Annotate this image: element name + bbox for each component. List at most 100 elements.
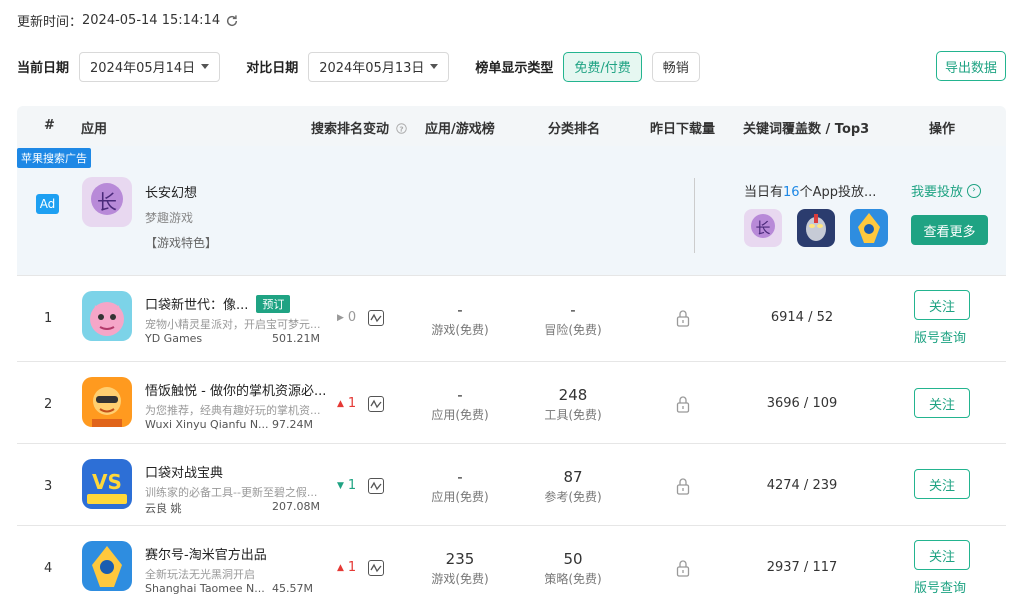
chart-rank-value: - (457, 301, 463, 319)
app-title[interactable]: 口袋新世代：像... 预订 (145, 294, 291, 313)
category-rank-cell: 50 策略(免费) (533, 550, 613, 587)
keyword-coverage: 2937 / 117 (766, 560, 838, 575)
ad-app-count: 当日有16个App投放... (744, 181, 876, 200)
table-row[interactable]: 3 VS 口袋对战宝典 训练家的必备工具--更新至碧之假... 云良 姚 207… (17, 444, 1006, 526)
trend-chart-icon[interactable] (368, 560, 384, 576)
chevron-right-icon: › (967, 183, 982, 198)
app-icon-seer[interactable] (82, 541, 132, 591)
ranking-table: # 应用 搜索排名变动 ? 应用/游戏榜 分类排名 昨日下载量 关键词覆盖数 /… (17, 106, 1006, 607)
ad-app-title[interactable]: 长安幻想 (145, 182, 197, 201)
chart-rank-value: 235 (445, 550, 475, 568)
seer-icon[interactable] (850, 209, 888, 247)
svg-text:长: 长 (97, 190, 117, 214)
category-rank-value: 248 (558, 386, 588, 404)
ad-count-suffix: 个App投放... (799, 185, 877, 200)
ad-count-prefix: 当日有 (744, 185, 784, 200)
follow-button[interactable]: 关注 (914, 540, 970, 570)
app-title[interactable]: 口袋对战宝典 (145, 462, 223, 481)
trend-value: 1 (347, 478, 357, 493)
invest-link[interactable]: 我要投放 › (911, 181, 982, 200)
category-rank-value: 87 (563, 468, 583, 486)
chart-rank-value: - (457, 468, 463, 486)
compare-date-label: 对比日期 (246, 61, 299, 76)
search-rank-trend: ▶ 0 (337, 310, 356, 325)
rank-number: 3 (44, 479, 53, 494)
category-rank-cell: 87 参考(免费) (533, 468, 613, 505)
keyword-coverage: 3696 / 109 (766, 396, 838, 411)
preorder-badge: 预订 (256, 295, 291, 313)
app-downloads: 97.24M (272, 418, 313, 431)
search-rank-trend: ▼ 1 (337, 478, 356, 493)
follow-button[interactable]: 关注 (914, 290, 970, 320)
app-description: 宠物小精灵星派对，开启宝可梦元... (145, 318, 321, 331)
app-icon-changan[interactable]: 长 (82, 177, 132, 227)
app-description: 全新玩法无光黑洞开启 (145, 568, 255, 581)
app-downloads: 45.57M (272, 582, 313, 595)
follow-button[interactable]: 关注 (914, 388, 970, 418)
app-icon-wufan[interactable] (82, 377, 132, 427)
view-more-button[interactable]: 查看更多 (911, 215, 988, 245)
trend-chart-icon[interactable] (368, 478, 384, 494)
app-downloads: 207.08M (272, 500, 320, 513)
changan-icon[interactable]: 长 (744, 209, 782, 247)
category-rank-label: 工具(免费) (544, 408, 602, 422)
app-developer: Wuxi Xinyu Qianfu N... (145, 418, 269, 431)
app-title[interactable]: 赛尔号-淘米官方出品 (145, 544, 267, 563)
ad-badge: Ad (36, 194, 59, 214)
list-type-grossing-button[interactable]: 畅销 (651, 51, 700, 82)
export-data-button[interactable]: 导出数据 (935, 51, 1006, 81)
app-icon-pocket-battle[interactable]: VS (82, 459, 132, 509)
chart-rank-label: 应用(免费) (431, 490, 489, 504)
invest-link-label: 我要投放 (911, 185, 964, 200)
search-ad-tag: 苹果搜索广告 (17, 148, 91, 168)
app-game-chart-cell: - 应用(免费) (420, 386, 500, 423)
filter-bar: 当前日期 2024年05月14日 对比日期 2024年05月13日 榜单显示类型… (17, 51, 1006, 82)
app-game-chart-cell: 235 游戏(免费) (420, 550, 500, 587)
category-rank-value: - (570, 301, 576, 319)
chart-rank-label: 应用(免费) (431, 408, 489, 422)
chart-rank-label: 游戏(免费) (431, 323, 489, 337)
app-title-text: 口袋新世代：像... (145, 298, 249, 313)
lock-icon (676, 396, 690, 413)
app-developer: YD Games (145, 332, 203, 345)
trend-chart-icon[interactable] (368, 310, 384, 326)
update-time-label: 更新时间： (17, 15, 83, 30)
caret-up-icon: ▲ (337, 562, 344, 573)
lock-icon (676, 310, 690, 327)
current-date-value: 2024年05月14日 (90, 61, 196, 76)
refresh-icon[interactable] (225, 14, 239, 28)
compare-date-value: 2024年05月13日 (319, 61, 425, 76)
current-date-label: 当前日期 (17, 61, 70, 76)
trend-chart-icon[interactable] (368, 396, 384, 412)
table-row[interactable]: 1 口袋新世代：像... 预订 宠物小精灵星派对，开启宝可梦元... YD Gam… (17, 276, 1006, 362)
lock-icon (676, 478, 690, 495)
table-row[interactable]: 4 赛尔号-淘米官方出品 全新玩法无光黑洞开启 Shanghai Taomee … (17, 526, 1006, 607)
version-query-link[interactable]: 版号查询 (914, 327, 966, 346)
version-query-link[interactable]: 版号查询 (914, 577, 966, 596)
app-description: 训练家的必备工具--更新至碧之假... (145, 486, 318, 499)
chevron-down-icon (201, 64, 210, 69)
follow-button[interactable]: 关注 (914, 469, 970, 499)
compare-date-select[interactable]: 2024年05月13日 (308, 51, 450, 82)
app-title[interactable]: 悟饭触悦 - 做你的掌机资源必... (145, 380, 326, 399)
search-rank-trend: ▲ 1 (337, 396, 356, 411)
app-description: 为您推荐，经典有趣好玩的掌机资... (145, 404, 321, 417)
rank-number: 4 (44, 561, 53, 576)
app-icon-pocket-new-gen[interactable] (82, 291, 132, 341)
category-rank-label: 策略(免费) (544, 572, 602, 586)
app-downloads: 501.21M (272, 332, 320, 345)
svg-text:VS: VS (92, 470, 122, 494)
list-type-free-paid-button[interactable]: 免费/付费 (563, 51, 642, 82)
ad-count-number: 16 (783, 185, 800, 200)
table-row[interactable]: 2 悟饭触悦 - 做你的掌机资源必... 为您推荐，经典有趣好玩的掌机资... … (17, 362, 1006, 444)
lock-icon (676, 560, 690, 577)
chart-rank-label: 游戏(免费) (431, 572, 489, 586)
category-rank-label: 参考(免费) (544, 490, 602, 504)
ad-app-feature: 【游戏特色】 (145, 236, 218, 250)
update-time-value: 2024-05-14 15:14:14 (82, 13, 221, 28)
current-date-select[interactable]: 2024年05月14日 (79, 51, 221, 82)
chevron-down-icon (430, 64, 439, 69)
ultraman-icon[interactable] (797, 209, 835, 247)
app-developer: Shanghai Taomee N... (145, 582, 265, 595)
category-rank-label: 冒险(免费) (544, 323, 602, 337)
